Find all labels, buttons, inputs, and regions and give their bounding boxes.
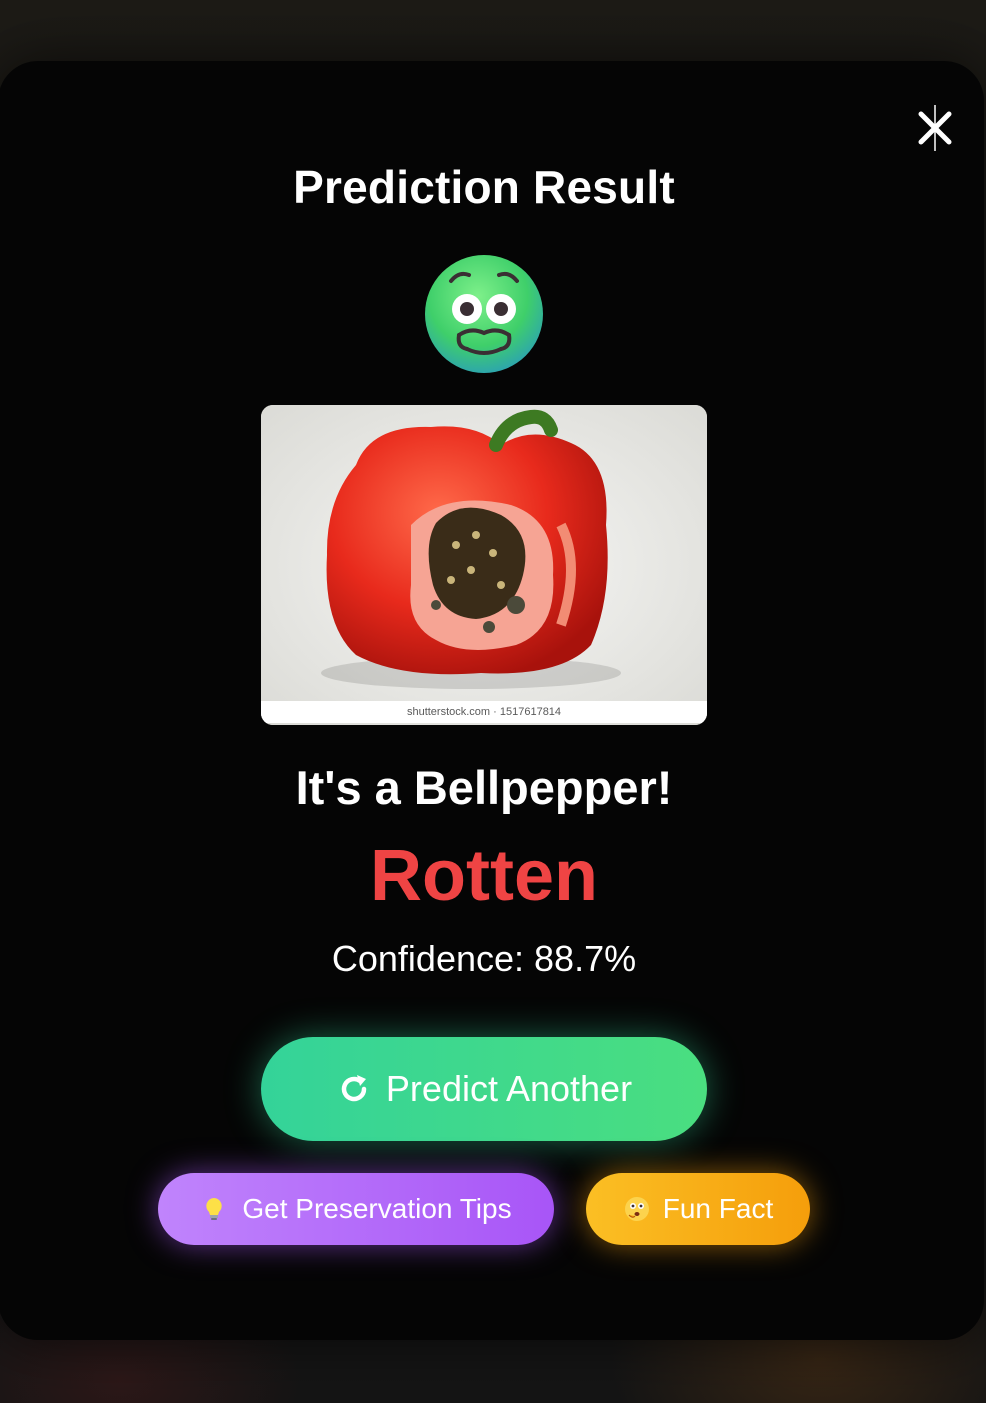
close-button[interactable] (912, 102, 958, 152)
fun-fact-label: Fun Fact (662, 1193, 774, 1224)
freshness-status: Rotten (370, 836, 598, 916)
predict-another-label: Predict Another (385, 1068, 633, 1109)
refresh-icon (341, 1075, 367, 1102)
bellpepper-image (261, 405, 707, 725)
lightbulb-icon (206, 1198, 223, 1220)
preservation-tips-label: Get Preservation Tips (242, 1193, 512, 1224)
fruit-label: It's a Bellpepper! (295, 761, 673, 814)
nauseated-face-icon (423, 253, 545, 375)
close-icon (918, 105, 952, 151)
image-watermark: shutterstock.com · 1517617814 (261, 701, 707, 723)
uploaded-fruit-image: shutterstock.com · 1517617814 (261, 405, 707, 725)
predict-another-button[interactable]: Predict Another (261, 1037, 707, 1141)
confidence-text: Confidence: 88.7% (331, 938, 637, 979)
modal-title: Prediction Result (293, 161, 675, 213)
preservation-tips-button[interactable]: Get Preservation Tips (158, 1173, 554, 1245)
thinking-face-icon (624, 1197, 649, 1221)
fun-fact-button[interactable]: Fun Fact (586, 1173, 810, 1245)
